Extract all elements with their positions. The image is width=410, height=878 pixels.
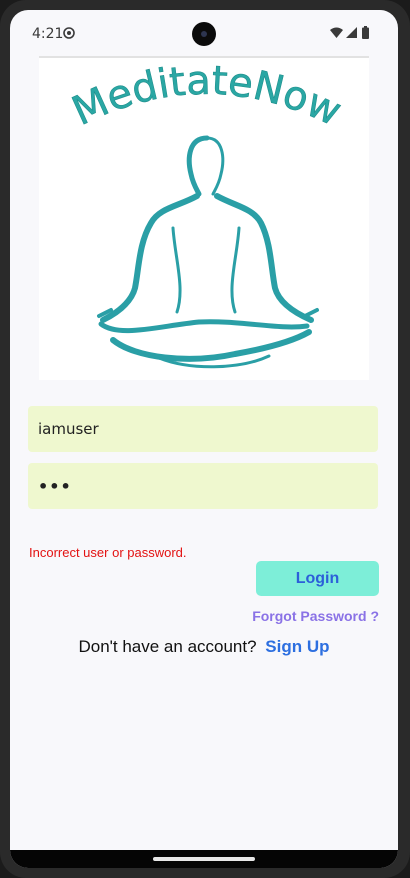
error-message: Incorrect user or password.: [29, 545, 187, 560]
signup-link[interactable]: Sign Up: [265, 637, 329, 656]
battery-icon: [362, 26, 369, 39]
signup-row: Don't have an account? Sign Up: [10, 637, 398, 657]
status-bar: 4:21: [10, 10, 398, 54]
username-field[interactable]: iamuser: [28, 406, 378, 452]
svg-text:MeditateNow: MeditateNow: [66, 58, 349, 135]
login-button[interactable]: Login: [256, 561, 379, 596]
wifi-icon: [330, 27, 343, 38]
signal-icon: [346, 27, 357, 38]
navigation-bar: [10, 850, 398, 868]
status-time: 4:21: [32, 26, 64, 42]
camera-icon: [192, 22, 216, 46]
password-field[interactable]: •••: [28, 463, 378, 509]
home-handle[interactable]: [153, 857, 255, 861]
meditation-figure-icon: MeditateNow: [65, 58, 349, 369]
signup-prompt: Don't have an account?: [78, 637, 257, 656]
app-logo: MeditateNow: [39, 56, 369, 380]
logo-text: MeditateNow: [65, 58, 348, 136]
forgot-password-link[interactable]: Forgot Password ?: [252, 608, 379, 624]
sync-icon: [63, 27, 75, 39]
app-screen: 4:21 MeditateNow iamuser ••• Incorrect u…: [10, 10, 398, 868]
device-frame: 4:21 MeditateNow iamuser ••• Incorrect u…: [0, 0, 410, 878]
